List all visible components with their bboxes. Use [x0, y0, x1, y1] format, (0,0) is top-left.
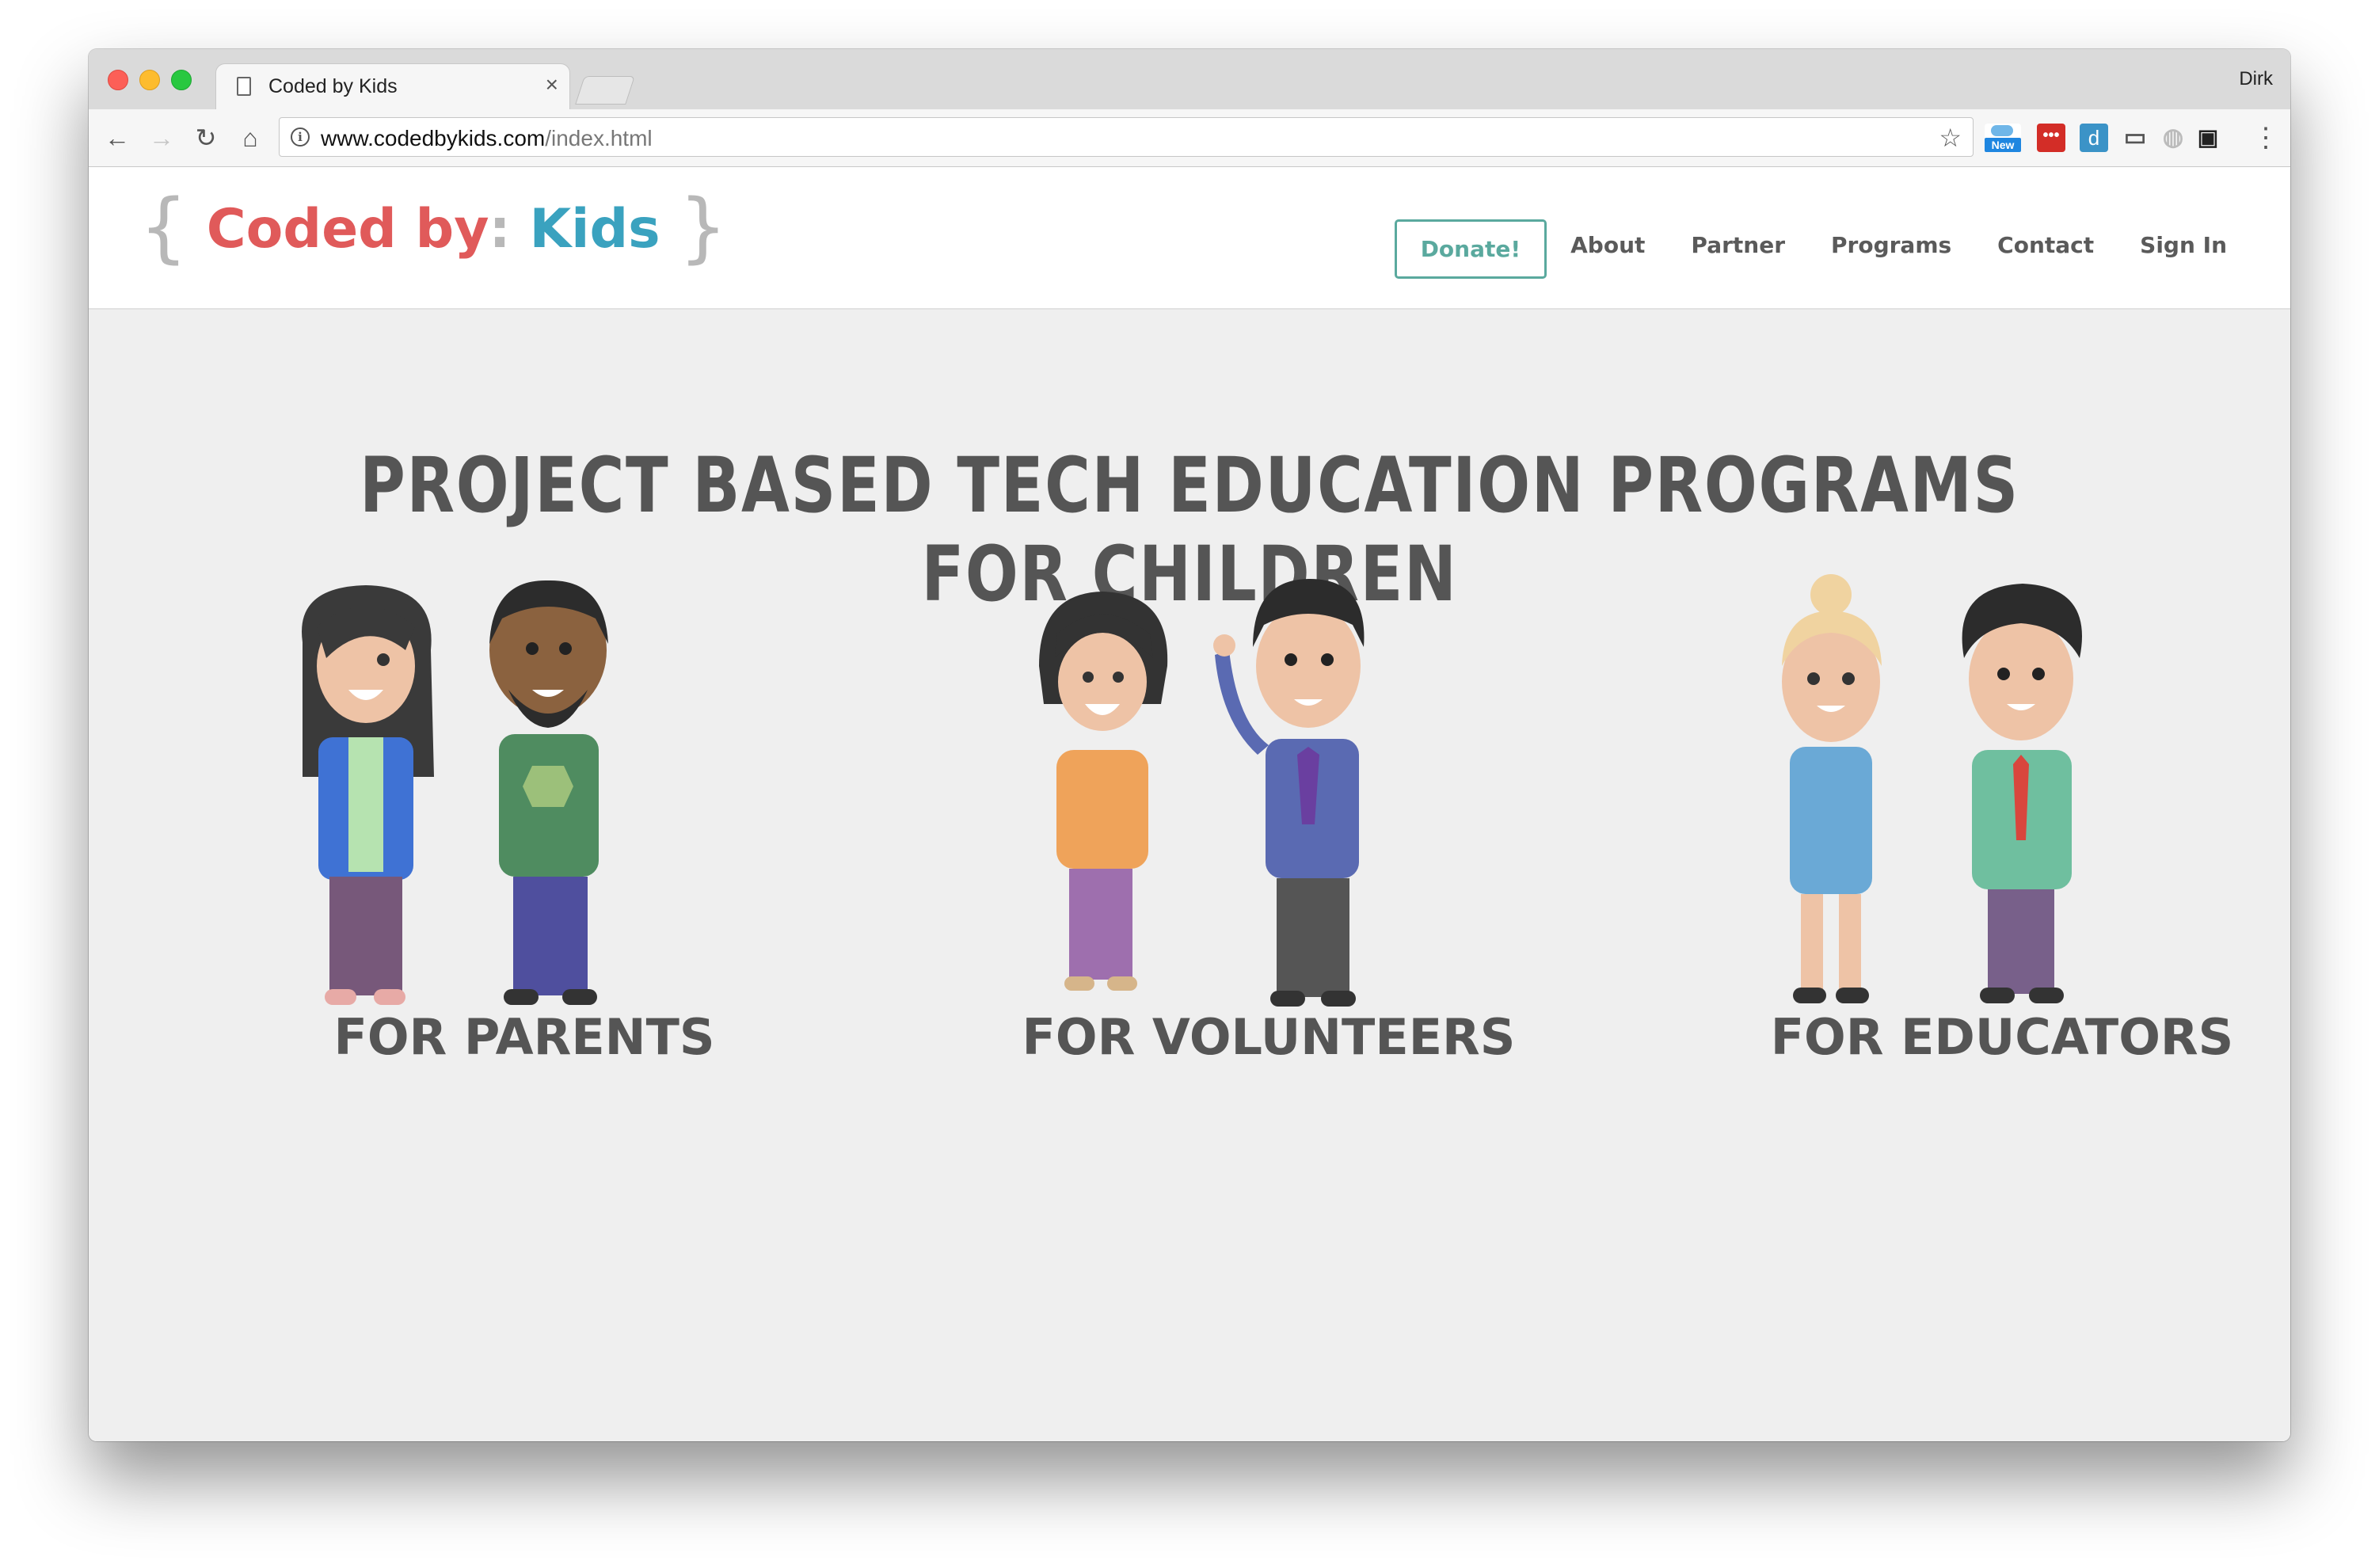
- info-icon[interactable]: i: [291, 127, 310, 147]
- url-path: /index.html: [545, 126, 653, 150]
- forward-arrow-icon[interactable]: →: [144, 120, 179, 155]
- home-icon[interactable]: ⌂: [233, 120, 268, 155]
- disabled-extension-icon[interactable]: ◍: [2159, 124, 2187, 152]
- url-text[interactable]: www.codedbykids.com/index.html: [321, 126, 653, 151]
- reload-icon[interactable]: ↻: [188, 120, 223, 155]
- profile-name[interactable]: Dirk: [2239, 68, 2273, 90]
- tab-title: Coded by Kids: [268, 75, 398, 97]
- page-icon: [237, 77, 251, 96]
- bookmark-star-icon[interactable]: ☆: [1939, 123, 1962, 153]
- address-bar[interactable]: i www.codedbykids.com/index.html ☆: [279, 117, 1974, 157]
- close-tab-icon[interactable]: ×: [546, 74, 558, 96]
- educators-figures: [1782, 574, 2082, 1003]
- extension-badge: New: [1985, 138, 2021, 152]
- more-menu-icon[interactable]: ⋮: [2252, 120, 2279, 155]
- parents-figures: [302, 580, 608, 1005]
- nav-programs[interactable]: Programs: [1831, 232, 1951, 258]
- site-logo[interactable]: { Coded by: Kids }: [139, 189, 727, 265]
- logo-close-brace: }: [679, 183, 728, 272]
- nav-sign-in[interactable]: Sign In: [2140, 232, 2227, 258]
- zoom-window-button[interactable]: [171, 70, 192, 90]
- nav-contact[interactable]: Contact: [1997, 232, 2094, 258]
- donate-button[interactable]: Donate!: [1394, 219, 1547, 279]
- browser-tab[interactable]: Coded by Kids ×: [215, 63, 570, 112]
- nav-about[interactable]: About: [1570, 232, 1645, 258]
- logo-coded-by: Coded by: [206, 198, 489, 261]
- weather-extension-icon[interactable]: New: [1985, 124, 2021, 152]
- logo-kids: Kids: [529, 198, 660, 261]
- minimize-window-button[interactable]: [139, 70, 160, 90]
- educators-illustration[interactable]: [1714, 571, 2268, 1062]
- cloud-icon: [1991, 125, 2013, 136]
- logo-colon: :: [489, 198, 511, 261]
- for-volunteers-link[interactable]: FOR VOLUNTEERS: [912, 1008, 1625, 1066]
- volunteers-illustration[interactable]: [992, 571, 1546, 1062]
- new-tab-button[interactable]: [575, 76, 635, 105]
- browser-window: Coded by Kids × Dirk ← → ↻ ⌂ i www.coded…: [89, 49, 2290, 1441]
- for-parents-link[interactable]: FOR PARENTS: [168, 1008, 881, 1066]
- d-extension-icon[interactable]: d: [2080, 124, 2108, 152]
- web-page: { Coded by: Kids } Donate! About Partner…: [89, 167, 2290, 1441]
- site-header: { Coded by: Kids } Donate! About Partner…: [89, 167, 2290, 310]
- browser-toolbar: ← → ↻ ⌂ i www.codedbykids.com/index.html…: [89, 109, 2290, 167]
- cast-icon[interactable]: ▭: [2121, 124, 2149, 152]
- back-arrow-icon[interactable]: ←: [100, 120, 135, 155]
- parents-illustration[interactable]: [247, 571, 801, 1062]
- nav-partner[interactable]: Partner: [1691, 232, 1785, 258]
- lastpass-extension-icon[interactable]: •••: [2037, 124, 2065, 152]
- url-domain: www.codedbykids.com: [321, 126, 546, 150]
- close-window-button[interactable]: [108, 70, 128, 90]
- volunteers-figures: [1039, 579, 1365, 1007]
- document-extension-icon[interactable]: ▣: [2194, 124, 2222, 152]
- logo-open-brace: {: [139, 183, 188, 272]
- title-bar: Coded by Kids × Dirk: [89, 49, 2290, 112]
- main-nav: Donate! About Partner Programs Contact S…: [1394, 211, 2227, 279]
- for-educators-link[interactable]: FOR EDUCATORS: [1646, 1008, 2290, 1066]
